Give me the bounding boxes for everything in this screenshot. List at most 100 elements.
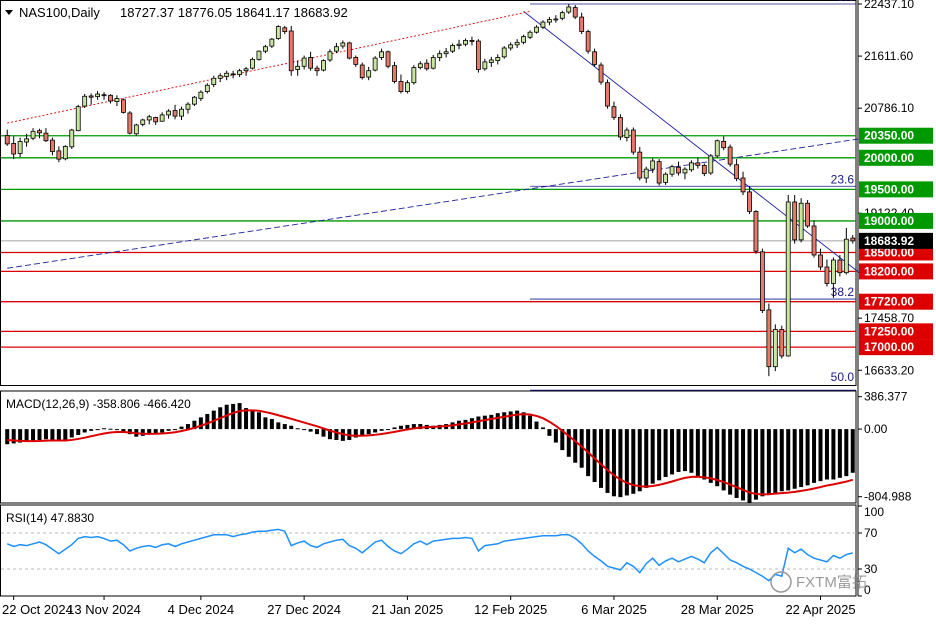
candle[interactable] [656,161,662,184]
candle[interactable] [392,65,397,82]
candle[interactable] [430,57,436,69]
candle[interactable] [69,129,75,148]
candle[interactable] [553,18,559,21]
candle[interactable] [772,329,778,368]
candle[interactable] [88,95,94,98]
candle[interactable] [630,129,636,153]
candle[interactable] [618,117,623,138]
candle[interactable] [230,73,236,76]
candle[interactable] [689,162,694,171]
candle[interactable] [43,132,49,142]
candle[interactable] [101,94,107,97]
candle[interactable] [224,72,230,77]
candle[interactable] [559,12,565,19]
candle[interactable] [740,177,746,193]
candle[interactable] [263,46,268,52]
candle[interactable] [411,67,417,84]
candle[interactable] [585,31,591,52]
candle[interactable] [172,110,178,117]
candle[interactable] [50,139,55,152]
candle[interactable] [340,42,346,47]
candle[interactable] [146,116,152,121]
candle[interactable] [95,93,100,97]
candle[interactable] [676,166,681,174]
candle[interactable] [424,62,430,70]
candle[interactable] [495,57,501,62]
candle[interactable] [476,40,481,70]
candle[interactable] [256,50,262,60]
candle[interactable] [282,27,288,32]
candle[interactable] [456,43,462,46]
candle[interactable] [24,138,29,143]
candle[interactable] [682,168,688,174]
candle[interactable] [217,75,223,79]
candle[interactable] [133,124,139,135]
candle[interactable] [753,211,759,252]
candle[interactable] [785,201,791,357]
candle[interactable] [624,129,630,139]
candle[interactable] [469,40,475,42]
candle[interactable] [443,51,449,55]
candle[interactable] [663,173,668,183]
candle[interactable] [366,70,372,78]
candle[interactable] [643,168,649,179]
chevron-down-icon[interactable] [5,10,13,15]
candle[interactable] [243,68,249,72]
candle[interactable] [714,140,720,157]
candle[interactable] [121,99,126,113]
candle[interactable] [534,26,539,33]
candle[interactable] [521,36,526,43]
candle[interactable] [488,59,494,63]
candle[interactable] [850,237,856,242]
candle[interactable] [417,63,423,68]
candle[interactable] [398,81,404,92]
candle[interactable] [669,166,675,175]
candle[interactable] [798,202,804,241]
candle[interactable] [598,64,604,83]
candle[interactable] [153,117,159,123]
candle[interactable] [592,51,597,65]
candle[interactable] [637,151,643,179]
candle[interactable] [379,51,384,58]
candle[interactable] [527,31,533,38]
candle[interactable] [372,57,378,71]
candle[interactable] [385,51,391,67]
candle[interactable] [237,70,242,75]
candle[interactable] [327,51,333,61]
candle[interactable] [831,259,836,284]
candle[interactable] [501,47,507,58]
candle[interactable] [540,21,546,28]
candle[interactable] [824,266,830,284]
candle[interactable] [211,77,217,85]
candle[interactable] [514,41,520,46]
candle[interactable] [727,146,733,165]
candle[interactable] [721,140,727,149]
candle[interactable] [843,238,849,274]
candle[interactable] [701,164,707,174]
candle[interactable] [62,146,68,160]
candle[interactable] [353,57,359,65]
candle[interactable] [321,60,326,71]
candle[interactable] [508,44,514,49]
candle[interactable] [159,114,165,122]
candle[interactable] [605,82,610,107]
candle[interactable] [450,45,455,52]
candle[interactable] [708,155,714,174]
candle[interactable] [572,7,578,18]
candle[interactable] [75,106,81,132]
chart-canvas[interactable]: 0.0 23.6 38.2 50.0 22437.10 21611.60 20786.10 1… [0,0,936,624]
candle[interactable] [346,42,352,59]
candle[interactable] [198,91,204,99]
candle[interactable] [37,130,42,134]
candle[interactable] [547,19,552,23]
candle[interactable] [482,61,488,70]
candle[interactable] [56,150,62,160]
candle[interactable] [308,57,313,69]
candle[interactable] [579,16,585,32]
candle[interactable] [204,84,210,92]
candle[interactable] [11,143,17,155]
candle[interactable] [30,130,36,139]
candle[interactable] [359,64,365,79]
candle[interactable] [811,225,817,256]
candle[interactable] [779,329,785,357]
